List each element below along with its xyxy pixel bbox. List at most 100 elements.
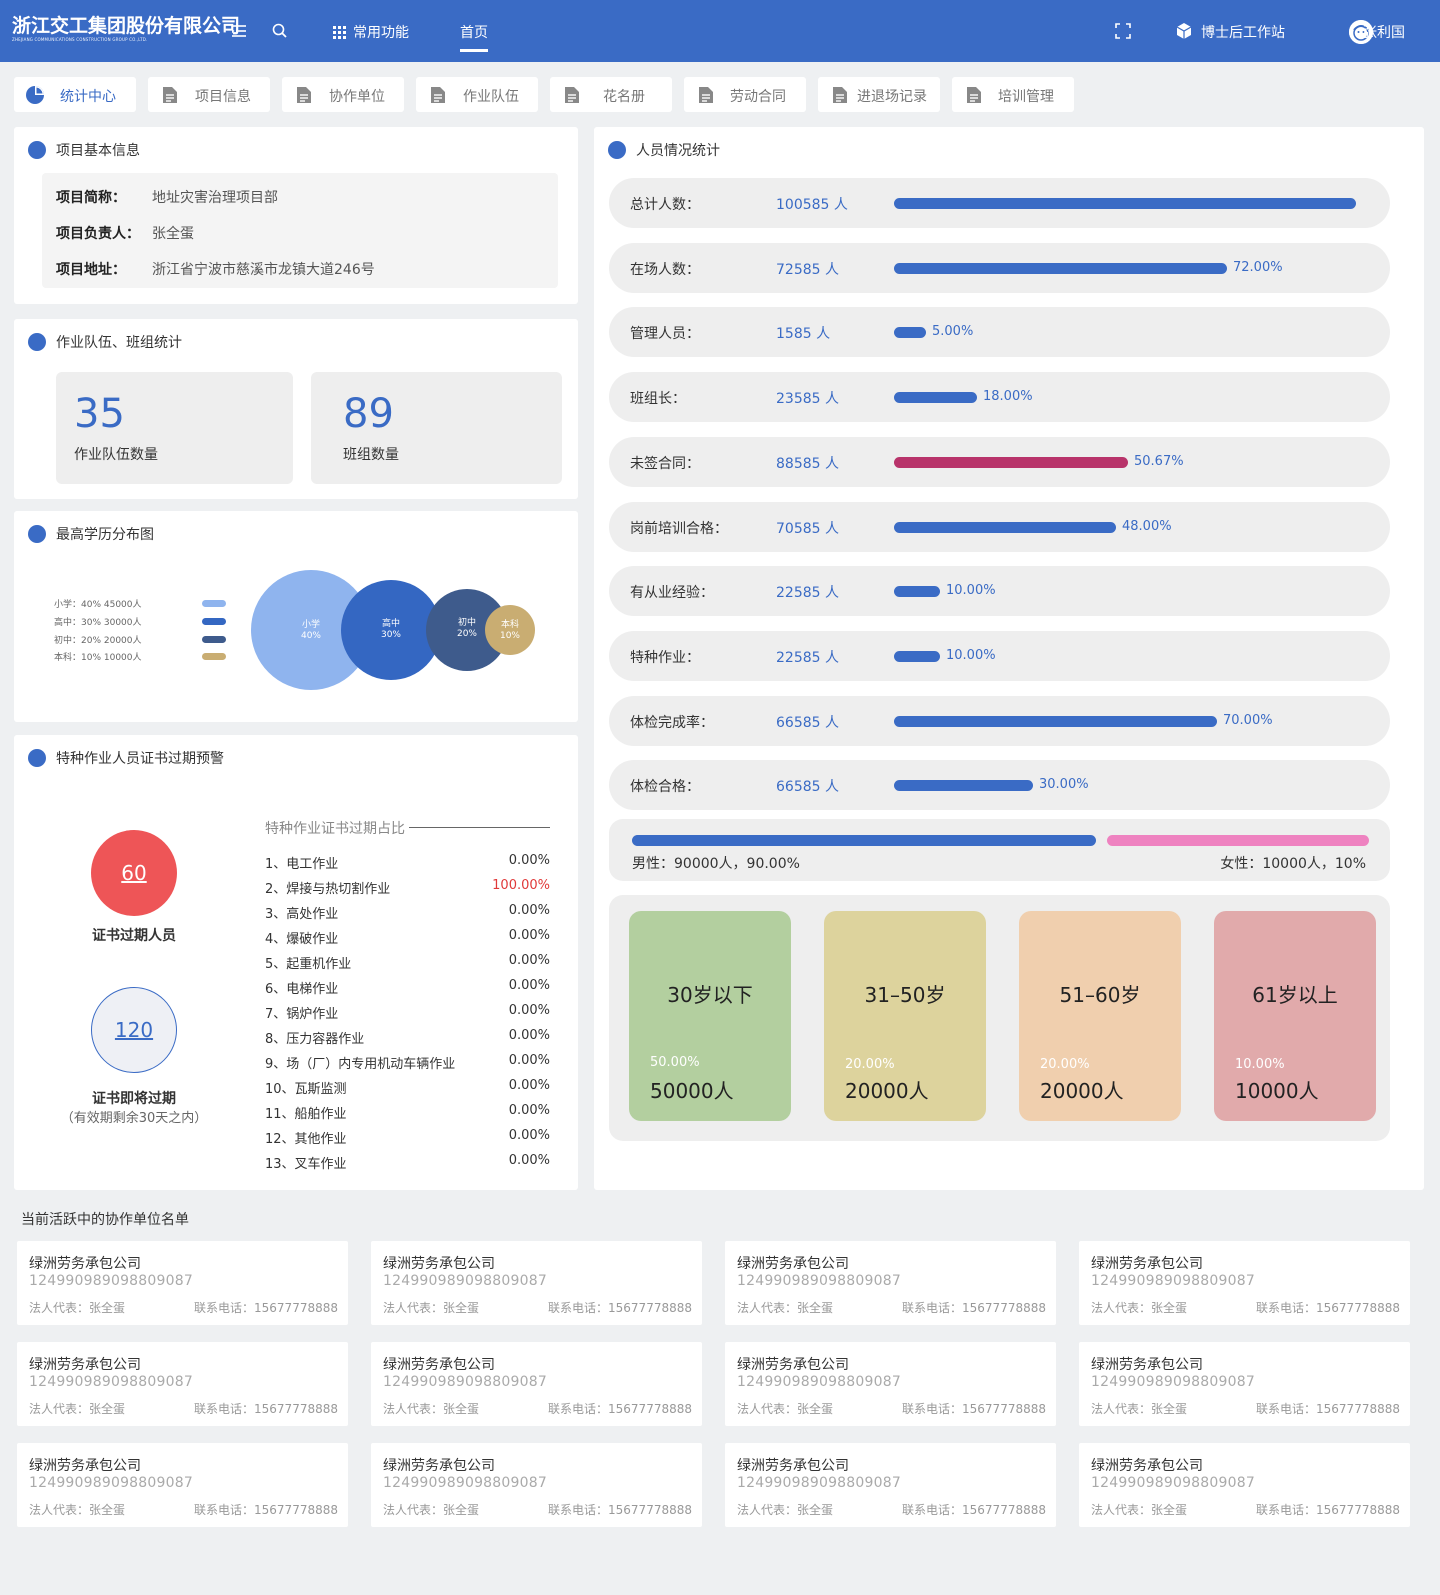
info-value: 浙江省宁波市慈溪市龙镇大道246号 <box>152 262 375 278</box>
cert-pct: 0.00% <box>508 953 550 968</box>
cert-item: 7、锅炉作业 0.00% <box>265 1003 550 1022</box>
unit-name: 绿洲劳务承包公司 <box>1091 1458 1203 1474</box>
top-header: 浙江交工集团股份有限公司 ZHEJIANG COMMUNICATIONS CON… <box>0 0 1440 62</box>
nav-common-functions[interactable]: 常用功能 <box>353 22 409 42</box>
legend-text: 小学：40% 45000人 <box>54 600 142 610</box>
team-stats-panel: 作业队伍、班组统计 35 作业队伍数量 89 班组数量 <box>14 319 578 499</box>
coop-unit-card[interactable]: 绿洲劳务承包公司 124990989098809087 法人代表：张全蛋 联系电话：1… <box>371 1342 702 1426</box>
coop-unit-card[interactable]: 绿洲劳务承包公司 124990989098809087 法人代表：张全蛋 联系电话：1… <box>371 1241 702 1325</box>
groups-count-card[interactable]: 89 班组数量 <box>311 372 562 484</box>
company-logo[interactable]: 浙江交工集团股份有限公司 ZHEJIANG COMMUNICATIONS CON… <box>12 16 240 43</box>
personnel-row: 未签合同： 88585 人 50.67% <box>609 437 1390 487</box>
tab-work-teams[interactable]: 作业队伍 <box>416 77 538 112</box>
unit-code: 124990989098809087 <box>737 1273 901 1289</box>
personnel-label: 未签合同： <box>630 456 700 472</box>
cert-item: 5、起重机作业 0.00% <box>265 953 550 972</box>
unit-code: 124990989098809087 <box>737 1374 901 1390</box>
tab-statistics-center[interactable]: 统计中心 <box>14 77 136 112</box>
personnel-label: 管理人员： <box>630 326 700 342</box>
personnel-pct: 5.00% <box>932 324 974 339</box>
contact-phone: 联系电话：15677778888 <box>902 1503 1046 1517</box>
cert-name: 5、起重机作业 <box>265 957 352 972</box>
female-bar <box>1107 835 1369 846</box>
personnel-row: 岗前培训合格： 70585 人 48.00% <box>609 502 1390 552</box>
unit-name: 绿洲劳务承包公司 <box>737 1458 849 1474</box>
search-icon[interactable] <box>269 20 291 42</box>
document-icon <box>296 86 312 104</box>
legend-swatch <box>202 600 226 607</box>
age-card-31-50[interactable]: 31–50岁 20.00% 20000人 <box>824 911 986 1121</box>
age-card-51-60[interactable]: 51–60岁 20.00% 20000人 <box>1019 911 1181 1121</box>
age-pct: 20.00% <box>845 1057 895 1072</box>
unit-code: 124990989098809087 <box>29 1475 193 1491</box>
expired-label: 证书过期人员 <box>92 928 176 944</box>
personnel-value: 72585 人 <box>776 262 839 278</box>
cert-item: 1、电工作业 0.00% <box>265 853 550 872</box>
document-icon <box>564 86 580 104</box>
project-address-row: 项目地址： 浙江省宁波市慈溪市龙镇大道246号 <box>56 259 375 279</box>
age-pct: 20.00% <box>1040 1057 1090 1072</box>
age-pct: 10.00% <box>1235 1057 1285 1072</box>
tab-entry-exit-records[interactable]: 进退场记录 <box>818 77 940 112</box>
personnel-bar <box>894 651 940 662</box>
tab-training-management[interactable]: 培训管理 <box>952 77 1074 112</box>
tab-cooperating-units[interactable]: 协作单位 <box>282 77 404 112</box>
personnel-bar <box>894 327 926 338</box>
coop-unit-card[interactable]: 绿洲劳务承包公司 124990989098809087 法人代表：张全蛋 联系电话：1… <box>17 1342 348 1426</box>
nav-home[interactable]: 首页 <box>460 22 488 52</box>
contact-phone: 联系电话：15677778888 <box>1256 1503 1400 1517</box>
divider <box>409 827 550 828</box>
tab-label: 作业队伍 <box>463 89 519 105</box>
age-title: 51–60岁 <box>1059 983 1141 1007</box>
tab-project-info[interactable]: 项目信息 <box>148 77 270 112</box>
panel-title: 作业队伍、班组统计 <box>28 332 182 352</box>
user-name[interactable]: 张利国 <box>1363 22 1405 42</box>
personnel-row: 在场人数： 72585 人 72.00% <box>609 243 1390 293</box>
teams-count-card[interactable]: 35 作业队伍数量 <box>56 372 293 484</box>
coop-unit-card[interactable]: 绿洲劳务承包公司 124990989098809087 法人代表：张全蛋 联系电话：1… <box>725 1241 1056 1325</box>
cert-item: 3、高处作业 0.00% <box>265 903 550 922</box>
age-count: 10000人 <box>1235 1079 1319 1103</box>
age-card-under-30[interactable]: 30岁以下 50.00% 50000人 <box>629 911 791 1121</box>
fullscreen-icon[interactable] <box>1112 20 1134 42</box>
coop-unit-card[interactable]: 绿洲劳务承包公司 124990989098809087 法人代表：张全蛋 联系电话：1… <box>1079 1342 1410 1426</box>
personnel-row: 体检完成率： 66585 人 70.00% <box>609 696 1390 746</box>
cert-name: 12、其他作业 <box>265 1132 347 1147</box>
cert-item: 13、叉车作业 0.00% <box>265 1153 550 1172</box>
unit-code: 124990989098809087 <box>383 1475 547 1491</box>
coop-unit-card[interactable]: 绿洲劳务承包公司 124990989098809087 法人代表：张全蛋 联系电话：1… <box>17 1241 348 1325</box>
expired-count-circle[interactable]: 60 <box>91 830 177 916</box>
coop-unit-card[interactable]: 绿洲劳务承包公司 124990989098809087 法人代表：张全蛋 联系电话：1… <box>371 1443 702 1527</box>
expiring-label: 证书即将过期 <box>92 1091 176 1107</box>
personnel-row: 管理人员： 1585 人 5.00% <box>609 307 1390 357</box>
coop-unit-card[interactable]: 绿洲劳务承包公司 124990989098809087 法人代表：张全蛋 联系电话：1… <box>17 1443 348 1527</box>
coop-unit-card[interactable]: 绿洲劳务承包公司 124990989098809087 法人代表：张全蛋 联系电话：1… <box>725 1443 1056 1527</box>
contact-phone: 联系电话：15677778888 <box>902 1301 1046 1315</box>
expiring-count-circle[interactable]: 120 <box>91 987 177 1073</box>
coop-unit-card[interactable]: 绿洲劳务承包公司 124990989098809087 法人代表：张全蛋 联系电话：1… <box>1079 1443 1410 1527</box>
tab-label: 培训管理 <box>998 89 1054 105</box>
personnel-value: 22585 人 <box>776 585 839 601</box>
cert-list-title: 特种作业证书过期占比 <box>265 821 405 837</box>
logo-subtext: ZHEJIANG COMMUNICATIONS CONSTRUCTION GRO… <box>12 37 148 42</box>
personnel-pct: 10.00% <box>946 648 996 663</box>
personnel-pct: 48.00% <box>1122 519 1172 534</box>
menu-collapse-icon[interactable] <box>228 20 250 42</box>
age-card-over-61[interactable]: 61岁以上 10.00% 10000人 <box>1214 911 1376 1121</box>
cert-pct: 0.00% <box>508 978 550 993</box>
coop-unit-card[interactable]: 绿洲劳务承包公司 124990989098809087 法人代表：张全蛋 联系电话：1… <box>725 1342 1056 1426</box>
tab-roster[interactable]: 花名册 <box>550 77 672 112</box>
personnel-bar <box>894 198 1356 209</box>
personnel-value: 23585 人 <box>776 391 839 407</box>
tab-label: 花名册 <box>603 89 645 105</box>
legal-rep: 法人代表：张全蛋 <box>737 1402 834 1416</box>
legend-text: 高中：30% 30000人 <box>54 618 142 628</box>
expired-count: 60 <box>121 861 147 885</box>
personnel-label: 特种作业： <box>630 650 700 666</box>
unit-name: 绿洲劳务承包公司 <box>737 1357 849 1373</box>
coop-unit-card[interactable]: 绿洲劳务承包公司 124990989098809087 法人代表：张全蛋 联系电话：1… <box>1079 1241 1410 1325</box>
nav-postdoc-workstation[interactable]: 博士后工作站 <box>1201 22 1285 42</box>
tab-labor-contract[interactable]: 劳动合同 <box>684 77 806 112</box>
cert-pct: 0.00% <box>508 928 550 943</box>
personnel-pct: 70.00% <box>1223 713 1273 728</box>
